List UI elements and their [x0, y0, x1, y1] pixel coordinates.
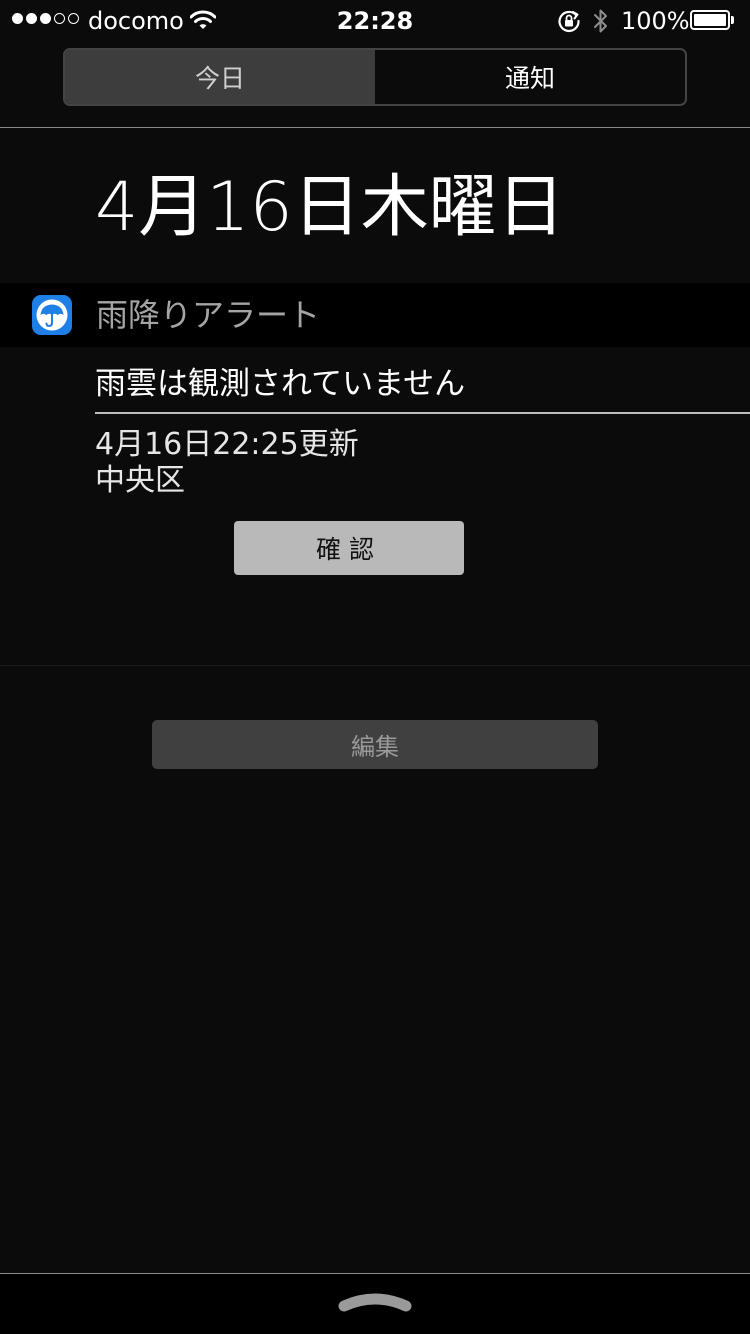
- tab-today[interactable]: 今日: [65, 50, 375, 104]
- umbrella-app-icon: [32, 295, 72, 335]
- widget-app-name: 雨降りアラート: [96, 296, 321, 334]
- bottom-bar: [0, 1274, 750, 1334]
- top-divider: [0, 127, 750, 128]
- chevron-up-icon[interactable]: [338, 1290, 412, 1314]
- widget-header[interactable]: 雨降りアラート: [0, 283, 750, 347]
- rain-status-message: 雨雲は観測されていません: [95, 366, 466, 402]
- section-divider: [0, 665, 750, 666]
- message-divider: [95, 412, 750, 414]
- battery-tip: [731, 16, 734, 24]
- rotation-lock-icon: [558, 10, 580, 33]
- battery-fill: [694, 14, 726, 26]
- battery-body: [690, 10, 730, 30]
- umbrella-icon: [36, 299, 68, 331]
- bluetooth-icon: [594, 9, 607, 33]
- segmented-control: 今日 通知: [63, 48, 687, 106]
- area-name: 中央区: [95, 463, 185, 498]
- updated-timestamp: 4月16日22:25更新: [95, 427, 359, 462]
- edit-button[interactable]: 編集: [152, 720, 598, 769]
- battery-percent: 100%: [621, 7, 690, 35]
- status-bar: docomo 22:28 100%: [0, 0, 750, 40]
- tab-notifications[interactable]: 通知: [375, 50, 685, 104]
- date-heading: 4月16日木曜日: [95, 168, 565, 247]
- battery-icon: [690, 10, 734, 30]
- confirm-button[interactable]: 確認: [234, 521, 464, 575]
